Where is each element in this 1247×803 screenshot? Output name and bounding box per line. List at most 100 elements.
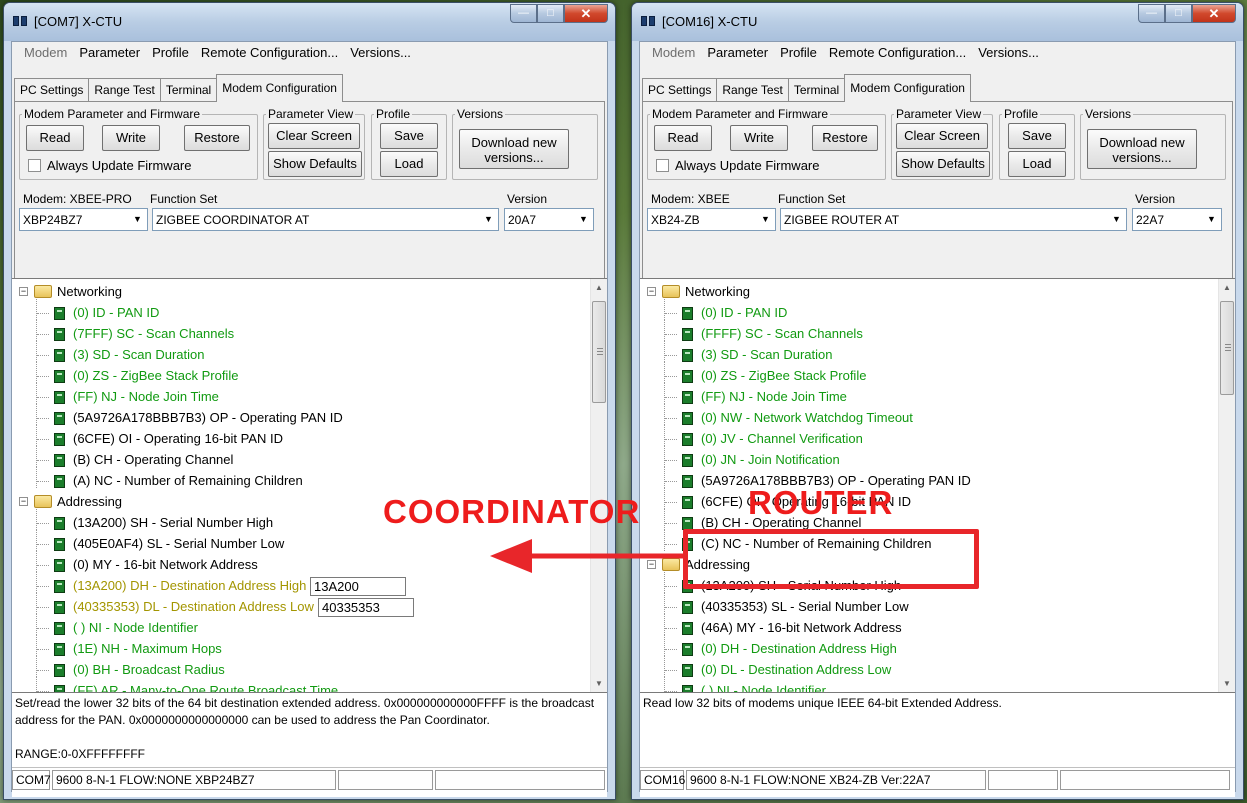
tree-parameter-node[interactable]: (0) JV - Channel Verification: [640, 425, 1200, 450]
scrollbar-thumb[interactable]: [1220, 301, 1234, 395]
tree-parameter-node[interactable]: (0) ID - PAN ID: [12, 299, 572, 324]
tree-parameter-node[interactable]: (405E0AF4) SL - Serial Number Low: [12, 530, 572, 555]
always-update-checkbox[interactable]: [28, 159, 41, 172]
load-button[interactable]: Load: [1008, 151, 1066, 177]
scroll-down-arrow-icon[interactable]: ▼: [1219, 675, 1235, 692]
tree-parameter-node[interactable]: (0) DH - Destination Address High: [640, 635, 1200, 660]
tree-parameter-node[interactable]: (40335353) SL - Serial Number Low: [640, 593, 1200, 618]
tree-folder-node[interactable]: − Networking: [640, 282, 1200, 303]
version-select[interactable]: 20A7 ▼: [504, 208, 594, 231]
menu-profile[interactable]: Profile: [774, 42, 823, 64]
parameter-value-input[interactable]: 13A200: [310, 577, 406, 596]
save-button[interactable]: Save: [380, 123, 438, 149]
close-button[interactable]: ✕: [1192, 4, 1236, 23]
vertical-scrollbar[interactable]: ▲ ▼: [1218, 279, 1235, 692]
vertical-scrollbar[interactable]: ▲ ▼: [590, 279, 607, 692]
tab-modem-configuration[interactable]: Modem Configuration: [216, 74, 343, 102]
tree-parameter-node[interactable]: (0) NW - Network Watchdog Timeout: [640, 404, 1200, 429]
tab-pc-settings[interactable]: PC Settings: [642, 78, 718, 102]
tree-parameter-node[interactable]: (3) SD - Scan Duration: [12, 341, 572, 366]
parameter-tree[interactable]: (FF) AR - Many-to-One Route Broadcast Ti…: [12, 278, 607, 693]
tab-range-test[interactable]: Range Test: [88, 78, 161, 102]
menu-remote-configuration[interactable]: Remote Configuration...: [823, 42, 972, 64]
download-new-versions-button[interactable]: Download new versions...: [1087, 129, 1197, 169]
tree-parameter-node[interactable]: (5A9726A178BBB7B3) OP - Operating PAN ID: [640, 467, 1200, 492]
tree-parameter-node[interactable]: (B) CH - Operating Channel: [12, 446, 572, 471]
restore-button[interactable]: Restore: [184, 125, 250, 151]
function-set-select[interactable]: ZIGBEE ROUTER AT ▼: [780, 208, 1127, 231]
dropdown-arrow-icon[interactable]: ▼: [480, 210, 497, 229]
tree-parameter-node[interactable]: (6CFE) OI - Operating 16-bit PAN ID: [12, 425, 572, 450]
menu-versions[interactable]: Versions...: [972, 42, 1045, 64]
menu-modem[interactable]: Modem: [646, 42, 701, 64]
dropdown-arrow-icon[interactable]: ▼: [1108, 210, 1125, 229]
read-button[interactable]: Read: [654, 125, 712, 151]
tree-parameter-node[interactable]: (0) ZS - ZigBee Stack Profile: [12, 362, 572, 387]
restore-button[interactable]: Restore: [812, 125, 878, 151]
tree-parameter-node[interactable]: (0) DL - Destination Address Low: [640, 656, 1200, 681]
read-button[interactable]: Read: [26, 125, 84, 151]
tree-parameter-node[interactable]: (0) MY - 16-bit Network Address: [12, 551, 572, 576]
write-button[interactable]: Write: [102, 125, 160, 151]
tree-parameter-node[interactable]: (1E) NH - Maximum Hops: [12, 635, 572, 660]
minimize-button[interactable]: —: [1138, 4, 1165, 23]
modem-select[interactable]: XB24-ZB ▼: [647, 208, 776, 231]
tree-parameter-node[interactable]: (FFFF) SC - Scan Channels: [640, 320, 1200, 345]
write-button[interactable]: Write: [730, 125, 788, 151]
maximize-button[interactable]: □: [537, 4, 564, 23]
tree-parameter-node[interactable]: (FF) NJ - Node Join Time: [640, 383, 1200, 408]
menu-versions[interactable]: Versions...: [344, 42, 417, 64]
scroll-down-arrow-icon[interactable]: ▼: [591, 675, 607, 692]
function-set-select[interactable]: ZIGBEE COORDINATOR AT ▼: [152, 208, 499, 231]
collapse-icon[interactable]: −: [647, 287, 656, 296]
collapse-icon[interactable]: −: [19, 497, 28, 506]
tree-parameter-node[interactable]: ( ) NI - Node Identifier: [12, 614, 572, 639]
title-bar[interactable]: [COM16] X-CTU — □ ✕: [632, 3, 1243, 41]
tab-terminal[interactable]: Terminal: [787, 78, 846, 102]
dropdown-arrow-icon[interactable]: ▼: [757, 210, 774, 229]
dropdown-arrow-icon[interactable]: ▼: [129, 210, 146, 229]
tree-parameter-node[interactable]: (0) BH - Broadcast Radius: [12, 656, 572, 681]
download-new-versions-button[interactable]: Download new versions...: [459, 129, 569, 169]
tree-parameter-node[interactable]: (13A200) DH - Destination Address High 13…: [12, 572, 572, 597]
tree-parameter-node[interactable]: (3) SD - Scan Duration: [640, 341, 1200, 366]
tree-parameter-node[interactable]: (FF) NJ - Node Join Time: [12, 383, 572, 408]
tree-parameter-node[interactable]: (5A9726A178BBB7B3) OP - Operating PAN ID: [12, 404, 572, 429]
dropdown-arrow-icon[interactable]: ▼: [1203, 210, 1220, 229]
tree-parameter-node[interactable]: (46A) MY - 16-bit Network Address: [640, 614, 1200, 639]
tree-parameter-node[interactable]: (0) JN - Join Notification: [640, 446, 1200, 471]
menu-parameter[interactable]: Parameter: [73, 42, 146, 64]
show-defaults-button[interactable]: Show Defaults: [896, 151, 990, 177]
tree-parameter-node[interactable]: (FF) AR - Many-to-One Route Broadcast Ti…: [12, 677, 572, 692]
tree-parameter-node[interactable]: (6CFE) OI - Operating 16-bit PAN ID: [640, 488, 1200, 513]
show-defaults-button[interactable]: Show Defaults: [268, 151, 362, 177]
tab-terminal[interactable]: Terminal: [159, 78, 218, 102]
tab-pc-settings[interactable]: PC Settings: [14, 78, 90, 102]
scroll-up-arrow-icon[interactable]: ▲: [1219, 279, 1235, 296]
load-button[interactable]: Load: [380, 151, 438, 177]
tree-parameter-node[interactable]: (0) ID - PAN ID: [640, 299, 1200, 324]
version-select[interactable]: 22A7 ▼: [1132, 208, 1222, 231]
maximize-button[interactable]: □: [1165, 4, 1192, 23]
parameter-tree[interactable]: ( ) NI - Node Identifier (0) DL - Destina…: [640, 278, 1235, 693]
tree-folder-node[interactable]: − Networking: [12, 282, 572, 303]
menu-remote-configuration[interactable]: Remote Configuration...: [195, 42, 344, 64]
tree-parameter-node[interactable]: (A) NC - Number of Remaining Children: [12, 467, 572, 492]
dropdown-arrow-icon[interactable]: ▼: [575, 210, 592, 229]
close-button[interactable]: ✕: [564, 4, 608, 23]
clear-screen-button[interactable]: Clear Screen: [896, 123, 988, 149]
tree-parameter-node[interactable]: ( ) NI - Node Identifier: [640, 677, 1200, 692]
menu-parameter[interactable]: Parameter: [701, 42, 774, 64]
modem-select[interactable]: XBP24BZ7 ▼: [19, 208, 148, 231]
tree-parameter-node[interactable]: (0) ZS - ZigBee Stack Profile: [640, 362, 1200, 387]
tree-parameter-node[interactable]: (7FFF) SC - Scan Channels: [12, 320, 572, 345]
save-button[interactable]: Save: [1008, 123, 1066, 149]
tab-modem-configuration[interactable]: Modem Configuration: [844, 74, 971, 102]
tree-parameter-node[interactable]: (40335353) DL - Destination Address Low 4…: [12, 593, 572, 618]
scrollbar-thumb[interactable]: [592, 301, 606, 403]
scroll-up-arrow-icon[interactable]: ▲: [591, 279, 607, 296]
title-bar[interactable]: [COM7] X-CTU — □ ✕: [4, 3, 615, 41]
collapse-icon[interactable]: −: [19, 287, 28, 296]
menu-profile[interactable]: Profile: [146, 42, 195, 64]
tab-range-test[interactable]: Range Test: [716, 78, 789, 102]
